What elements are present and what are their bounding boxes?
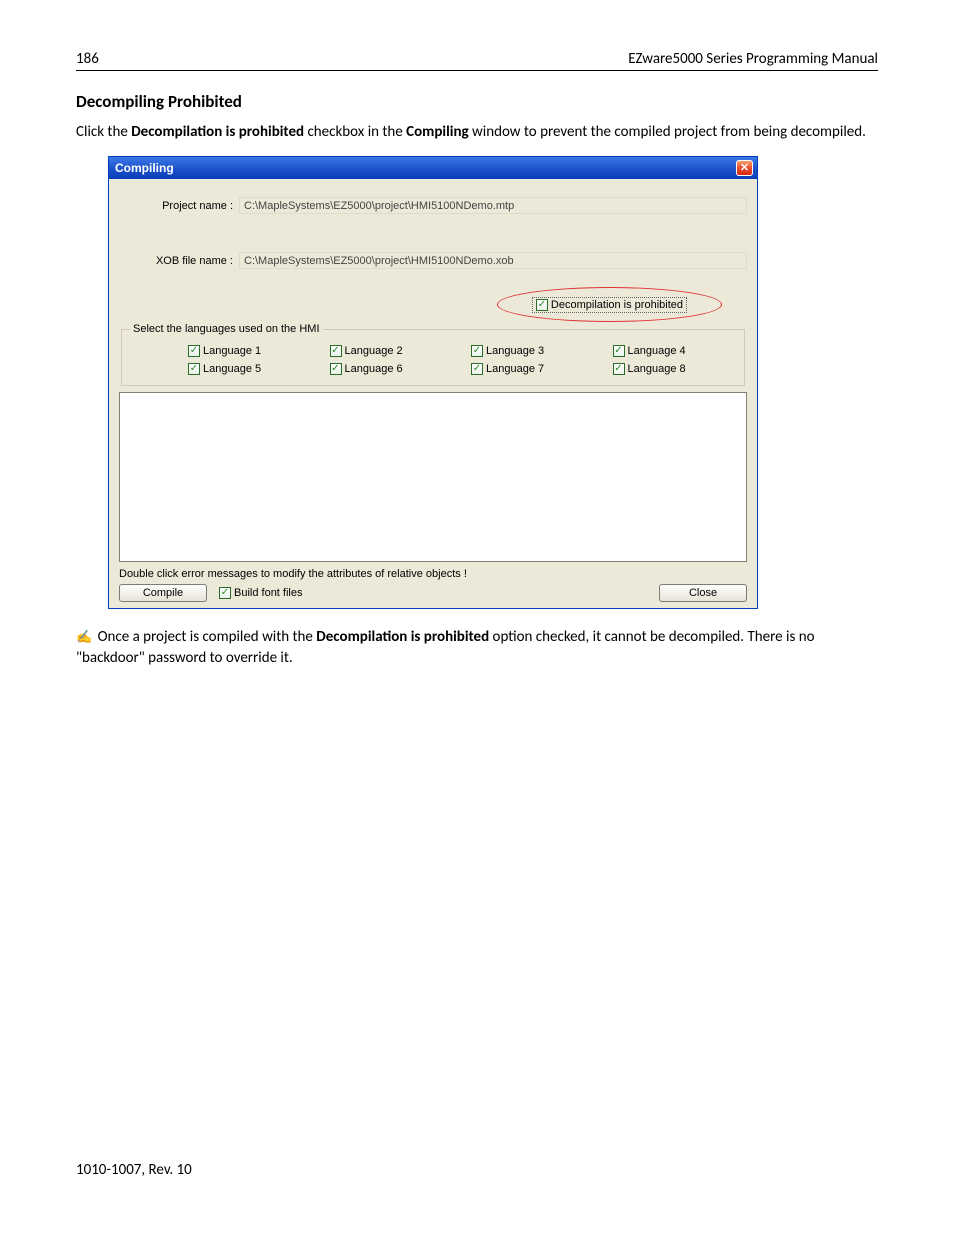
dialog-title: Compiling	[115, 161, 174, 175]
language-6-label: Language 6	[345, 363, 403, 375]
check-icon: ✓	[471, 363, 483, 375]
language-2-label: Language 2	[345, 345, 403, 357]
check-icon: ✓	[188, 345, 200, 357]
language-3-label: Language 3	[486, 345, 544, 357]
section-heading: Decompiling Prohibited	[76, 91, 878, 112]
doc-title: EZware5000 Series Programming Manual	[628, 50, 878, 68]
note-paragraph: ✍ Once a project is compiled with the De…	[76, 627, 878, 668]
check-icon: ✓	[613, 363, 625, 375]
check-icon: ✓	[536, 299, 548, 311]
project-name-label: Project name :	[119, 200, 239, 212]
language-4-checkbox[interactable]: ✓Language 4	[613, 345, 735, 357]
note-icon: ✍	[76, 629, 92, 647]
language-8-checkbox[interactable]: ✓Language 8	[613, 363, 735, 375]
decompilation-prohibited-label: Decompilation is prohibited	[551, 299, 683, 311]
check-icon: ✓	[219, 587, 231, 599]
compile-button[interactable]: Compile	[119, 584, 207, 602]
doc-revision: 1010-1007, Rev. 10	[76, 1161, 192, 1179]
para1-bold1: Decompilation is prohibited	[131, 123, 304, 141]
check-icon: ✓	[613, 345, 625, 357]
xob-file-label: XOB file name :	[119, 255, 239, 267]
note-pre: Once a project is compiled with the	[94, 628, 316, 646]
language-1-checkbox[interactable]: ✓Language 1	[188, 345, 310, 357]
decompilation-prohibited-checkbox[interactable]: ✓ Decompilation is prohibited	[532, 297, 687, 313]
build-font-files-checkbox[interactable]: ✓ Build font files	[219, 587, 302, 599]
para1-mid: checkbox in the	[304, 123, 406, 141]
close-icon[interactable]: ✕	[736, 160, 753, 176]
compiling-dialog: Compiling ✕ Project name : C:\MapleSyste…	[108, 156, 758, 609]
language-fieldset: Select the languages used on the HMI ✓La…	[121, 323, 745, 386]
language-7-label: Language 7	[486, 363, 544, 375]
double-click-hint: Double click error messages to modify th…	[119, 568, 747, 580]
language-7-checkbox[interactable]: ✓Language 7	[471, 363, 593, 375]
para1-pre: Click the	[76, 123, 131, 141]
intro-paragraph: Click the Decompilation is prohibited ch…	[76, 122, 878, 142]
close-button[interactable]: Close	[659, 584, 747, 602]
language-4-label: Language 4	[628, 345, 686, 357]
note-bold: Decompilation is prohibited	[316, 628, 489, 646]
language-5-checkbox[interactable]: ✓Language 5	[188, 363, 310, 375]
language-6-checkbox[interactable]: ✓Language 6	[330, 363, 452, 375]
para1-bold2: Compiling	[406, 123, 468, 141]
language-2-checkbox[interactable]: ✓Language 2	[330, 345, 452, 357]
page-number: 186	[76, 50, 99, 68]
check-icon: ✓	[188, 363, 200, 375]
language-3-checkbox[interactable]: ✓Language 3	[471, 345, 593, 357]
language-5-label: Language 5	[203, 363, 261, 375]
output-area	[119, 392, 747, 562]
para1-post: window to prevent the compiled project f…	[469, 123, 866, 141]
language-1-label: Language 1	[203, 345, 261, 357]
check-icon: ✓	[330, 345, 342, 357]
language-8-label: Language 8	[628, 363, 686, 375]
check-icon: ✓	[471, 345, 483, 357]
check-icon: ✓	[330, 363, 342, 375]
build-font-files-label: Build font files	[234, 587, 302, 599]
xob-file-field: C:\MapleSystems\EZ5000\project\HMI5100ND…	[239, 252, 747, 269]
project-name-field: C:\MapleSystems\EZ5000\project\HMI5100ND…	[239, 197, 747, 214]
language-legend: Select the languages used on the HMI	[130, 323, 323, 335]
